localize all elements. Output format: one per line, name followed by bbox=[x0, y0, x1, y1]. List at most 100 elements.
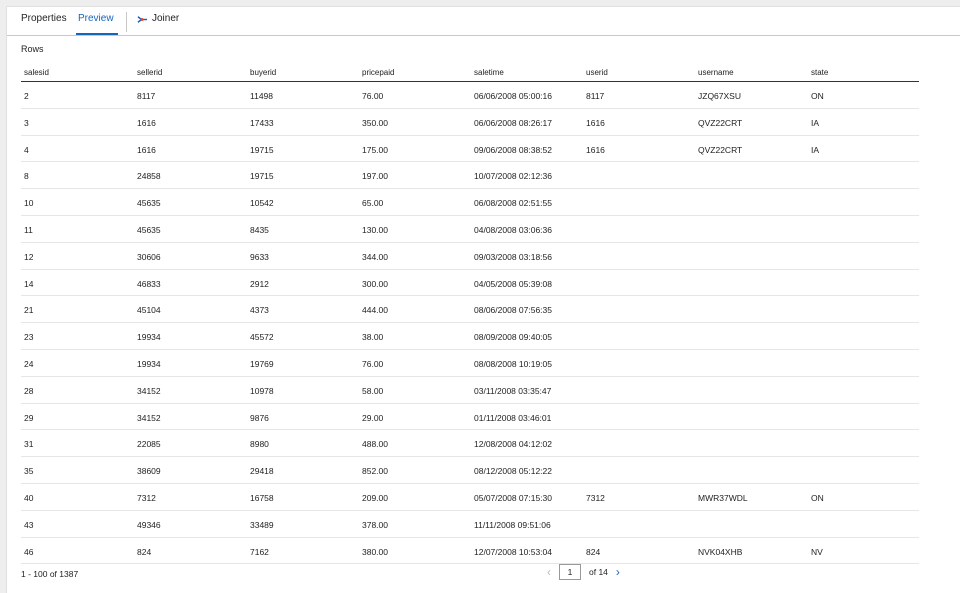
cell-saletime: 09/06/2008 08:38:52 bbox=[474, 144, 552, 155]
table-row[interactable]: 35 38609 29418 852.00 08/12/2008 05:12:22 bbox=[21, 457, 919, 484]
cell-sellerid: 34152 bbox=[137, 385, 161, 396]
cell-sellerid: 45635 bbox=[137, 198, 161, 209]
table-footer: 1 - 100 of 1387 ‹ 1 of 14 › bbox=[7, 563, 960, 589]
cell-userid: 1616 bbox=[586, 144, 605, 155]
cell-saletime: 05/07/2008 07:15:30 bbox=[474, 492, 552, 503]
cell-buyerid: 17433 bbox=[250, 117, 274, 128]
cell-saletime: 06/06/2008 05:00:16 bbox=[474, 91, 552, 101]
cell-salesid: 3 bbox=[24, 117, 29, 128]
cell-pricepaid: 444.00 bbox=[362, 305, 388, 316]
cell-userid: 824 bbox=[586, 546, 601, 557]
cell-username: MWR37WDL bbox=[698, 492, 748, 503]
column-header-pricepaid[interactable]: pricepaid bbox=[362, 68, 394, 77]
table-row[interactable]: 43 49346 33489 378.00 11/11/2008 09:51:06 bbox=[21, 511, 919, 538]
preview-panel: Properties Preview Joiner Rows salesid se… bbox=[6, 6, 960, 593]
cell-sellerid: 1616 bbox=[137, 117, 156, 128]
cell-salesid: 28 bbox=[24, 385, 34, 396]
column-header-saletime[interactable]: saletime bbox=[474, 68, 504, 77]
cell-pricepaid: 852.00 bbox=[362, 466, 388, 477]
chevron-left-icon[interactable]: ‹ bbox=[547, 565, 551, 579]
cell-pricepaid: 76.00 bbox=[362, 91, 384, 101]
table-row[interactable]: 28 34152 10978 58.00 03/11/2008 03:35:47 bbox=[21, 377, 919, 404]
table-row[interactable]: 29 34152 9876 29.00 01/11/2008 03:46:01 bbox=[21, 404, 919, 431]
cell-buyerid: 11498 bbox=[250, 91, 274, 101]
table-row[interactable]: 21 45104 4373 444.00 08/06/2008 07:56:35 bbox=[21, 296, 919, 324]
table-row[interactable]: 11 45635 8435 130.00 04/08/2008 03:06:36 bbox=[21, 216, 919, 243]
cell-username: JZQ67XSU bbox=[698, 91, 741, 101]
cell-salesid: 31 bbox=[24, 439, 34, 450]
cell-salesid: 24 bbox=[24, 358, 34, 369]
cell-state: ON bbox=[811, 91, 824, 101]
cell-userid: 1616 bbox=[586, 117, 605, 128]
page-number-input[interactable]: 1 bbox=[559, 564, 581, 580]
cell-pricepaid: 300.00 bbox=[362, 278, 388, 289]
cell-salesid: 46 bbox=[24, 546, 34, 557]
cell-state: ON bbox=[811, 492, 824, 503]
cell-username: QVZ22CRT bbox=[698, 117, 743, 128]
cell-pricepaid: 38.00 bbox=[362, 332, 384, 343]
cell-salesid: 11 bbox=[24, 224, 33, 235]
cell-pricepaid: 380.00 bbox=[362, 546, 388, 557]
cell-buyerid: 29418 bbox=[250, 466, 274, 477]
cell-saletime: 03/11/2008 03:35:47 bbox=[474, 385, 552, 396]
cell-username: NVK04XHB bbox=[698, 546, 743, 557]
cell-saletime: 04/05/2008 05:39:08 bbox=[474, 278, 552, 289]
table-row[interactable]: 31 22085 8980 488.00 12/08/2008 04:12:02 bbox=[21, 430, 919, 458]
tab-joiner[interactable]: Joiner bbox=[137, 13, 179, 35]
table-row[interactable]: 8 24858 19715 197.00 10/07/2008 02:12:36 bbox=[21, 162, 919, 190]
rows-label: Rows bbox=[21, 44, 44, 54]
column-header-username[interactable]: username bbox=[698, 68, 734, 77]
table-row[interactable]: 4 1616 19715 175.00 09/06/2008 08:38:52 1616 Q… bbox=[21, 136, 919, 163]
tab-bar: Properties Preview Joiner bbox=[7, 7, 960, 36]
page-count: of 14 bbox=[589, 567, 608, 577]
column-header-buyerid[interactable]: buyerid bbox=[250, 68, 276, 77]
table-row[interactable]: 23 19934 45572 38.00 08/09/2008 09:40:05 bbox=[21, 323, 919, 350]
chevron-right-icon[interactable]: › bbox=[616, 565, 620, 579]
table-row[interactable]: 2 8117 11498 76.00 06/06/2008 05:00:16 8117 JZ… bbox=[21, 82, 919, 109]
cell-salesid: 4 bbox=[24, 144, 29, 155]
tab-properties[interactable]: Properties bbox=[21, 13, 67, 35]
data-table: salesid sellerid buyerid pricepaid saletime u… bbox=[21, 64, 919, 565]
cell-buyerid: 19715 bbox=[250, 144, 274, 155]
table-row[interactable]: 3 1616 17433 350.00 06/06/2008 08:26:17 1616 Q… bbox=[21, 109, 919, 136]
table-row[interactable]: 24 19934 19769 76.00 08/08/2008 10:19:05 bbox=[21, 350, 919, 377]
cell-salesid: 29 bbox=[24, 412, 34, 423]
cell-sellerid: 24858 bbox=[137, 171, 161, 182]
pagination: ‹ 1 of 14 › bbox=[547, 564, 620, 580]
cell-saletime: 09/03/2008 03:18:56 bbox=[474, 251, 552, 262]
cell-sellerid: 8117 bbox=[137, 91, 156, 101]
table-row[interactable]: 14 46833 2912 300.00 04/05/2008 05:39:08 bbox=[21, 270, 919, 297]
cell-state: IA bbox=[811, 117, 820, 128]
table-body[interactable]: 2 8117 11498 76.00 06/06/2008 05:00:16 8117 JZ… bbox=[21, 82, 919, 565]
cell-sellerid: 19934 bbox=[137, 358, 161, 369]
tab-properties-label: Properties bbox=[21, 13, 67, 24]
column-header-salesid[interactable]: salesid bbox=[24, 68, 49, 77]
cell-buyerid: 45572 bbox=[250, 332, 274, 343]
table-header: salesid sellerid buyerid pricepaid saletime u… bbox=[21, 64, 919, 82]
table-row[interactable]: 46 824 7162 380.00 12/07/2008 10:53:04 824 NVK… bbox=[21, 538, 919, 565]
cell-pricepaid: 350.00 bbox=[362, 117, 388, 128]
cell-buyerid: 8435 bbox=[250, 224, 269, 235]
cell-pricepaid: 175.00 bbox=[362, 144, 388, 155]
cell-salesid: 2 bbox=[24, 91, 29, 101]
cell-buyerid: 9633 bbox=[250, 251, 269, 262]
column-header-sellerid[interactable]: sellerid bbox=[137, 68, 162, 77]
cell-saletime: 10/07/2008 02:12:36 bbox=[474, 171, 552, 182]
column-header-state[interactable]: state bbox=[811, 68, 828, 77]
table-row[interactable]: 12 30606 9633 344.00 09/03/2008 03:18:56 bbox=[21, 243, 919, 270]
table-row[interactable]: 10 45635 10542 65.00 06/08/2008 02:51:55 bbox=[21, 189, 919, 216]
cell-saletime: 08/06/2008 07:56:35 bbox=[474, 305, 552, 316]
table-row[interactable]: 40 7312 16758 209.00 05/07/2008 07:15:30 7312… bbox=[21, 484, 919, 511]
cell-salesid: 40 bbox=[24, 492, 34, 503]
cell-buyerid: 33489 bbox=[250, 519, 274, 530]
tab-preview[interactable]: Preview bbox=[76, 13, 118, 35]
column-header-userid[interactable]: userid bbox=[586, 68, 608, 77]
cell-saletime: 11/11/2008 09:51:06 bbox=[474, 519, 551, 530]
joiner-icon bbox=[137, 16, 148, 23]
cell-pricepaid: 488.00 bbox=[362, 439, 388, 450]
cell-salesid: 35 bbox=[24, 466, 34, 477]
cell-pricepaid: 344.00 bbox=[362, 251, 388, 262]
cell-salesid: 43 bbox=[24, 519, 34, 530]
cell-username: QVZ22CRT bbox=[698, 144, 743, 155]
cell-sellerid: 34152 bbox=[137, 412, 161, 423]
